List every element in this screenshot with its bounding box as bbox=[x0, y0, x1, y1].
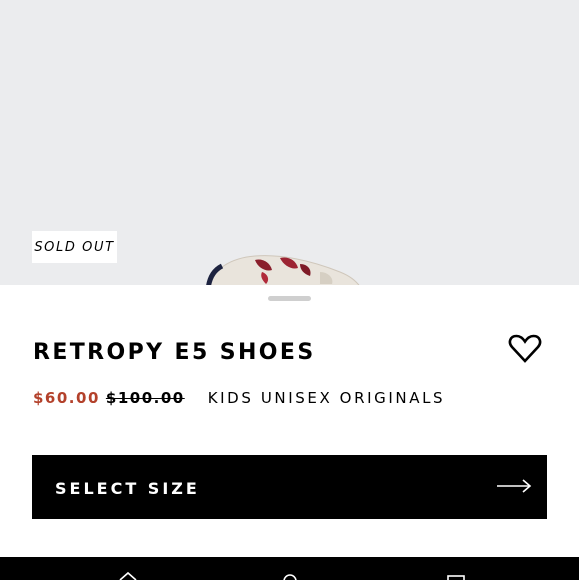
search-icon[interactable] bbox=[270, 557, 310, 580]
select-size-button[interactable]: SELECT SIZE bbox=[32, 455, 547, 519]
product-hero-image[interactable]: SOLD OUT bbox=[0, 0, 579, 286]
heart-outline-icon bbox=[508, 334, 542, 363]
product-title: RETROPY E5 SHOES bbox=[33, 340, 316, 365]
sale-price: $60.00 bbox=[33, 389, 100, 407]
original-price: $100.00 bbox=[105, 389, 185, 407]
sheet-drag-handle[interactable] bbox=[268, 296, 311, 301]
price-row: $60.00 $100.00 KIDS UNISEX ORIGINALS bbox=[33, 388, 445, 408]
product-details-sheet: RETROPY E5 SHOES $60.00 $100.00 KIDS UNI… bbox=[0, 285, 579, 557]
home-icon[interactable] bbox=[108, 557, 148, 580]
long-arrow-right-icon bbox=[497, 479, 532, 493]
select-size-label: SELECT SIZE bbox=[55, 479, 200, 498]
shoe-image bbox=[205, 255, 361, 286]
wishlist-button[interactable] bbox=[508, 334, 542, 364]
product-category: KIDS UNISEX ORIGINALS bbox=[207, 389, 446, 407]
bag-icon[interactable] bbox=[436, 557, 476, 580]
bottom-navigation-bar bbox=[0, 557, 579, 580]
sold-out-badge: SOLD OUT bbox=[32, 231, 117, 263]
